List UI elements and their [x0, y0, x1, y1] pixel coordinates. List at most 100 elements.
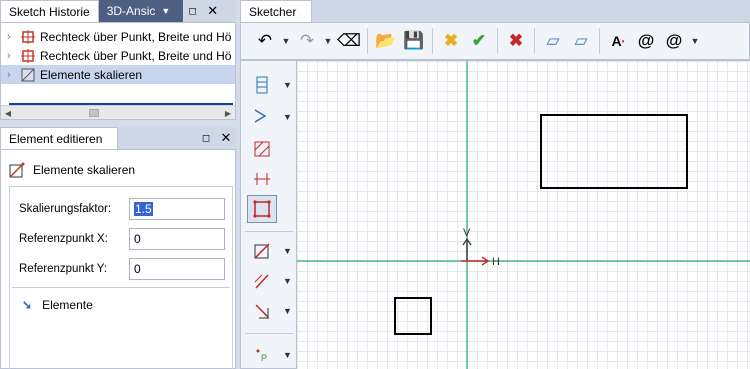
vtool-row [247, 195, 295, 223]
toolbar-separator [534, 28, 535, 54]
open-folder-icon[interactable]: 📂 [372, 26, 400, 56]
trim-icon[interactable] [247, 267, 277, 295]
text-icon[interactable]: A • [604, 26, 632, 56]
toolbar-separator [367, 28, 368, 54]
svg-text:P: P [261, 353, 267, 363]
chevron-down-icon[interactable]: ▼ [279, 26, 293, 56]
scale-icon [21, 68, 35, 81]
chevron-down-icon[interactable]: ▼ [283, 306, 292, 316]
history-item-label: Elemente skalieren [40, 67, 143, 82]
history-item-label: Rechteck über Punkt, Breite und Hö [40, 29, 232, 44]
close-icon[interactable]: ✕ [216, 127, 236, 149]
chevron-right-icon[interactable]: › [7, 69, 21, 81]
toolbar-separator [599, 28, 600, 54]
chevron-down-icon[interactable]: ▼ [283, 80, 292, 90]
eraser-c-icon[interactable]: ▱ [567, 26, 595, 56]
vtool-row: ▼ [247, 297, 295, 325]
cancel-icon[interactable]: ✖ [502, 26, 530, 56]
scale-factor-input[interactable]: 1.5 [129, 198, 225, 220]
chevron-down-icon[interactable]: ▼ [283, 350, 292, 360]
delete-icon[interactable]: ✖ [437, 26, 465, 56]
toolbar-separator [497, 28, 498, 54]
chevron-down-icon[interactable]: ▼ [688, 26, 702, 56]
dimension-icon[interactable] [247, 165, 277, 193]
redo-icon[interactable]: ↷ [293, 26, 321, 56]
polyline-icon[interactable] [247, 103, 277, 131]
canvas-drawing: V H [297, 61, 750, 369]
history-panel: › Rechteck über Punkt, Breite und Hö › R… [0, 22, 236, 120]
chevron-down-icon[interactable]: ▼ [283, 112, 292, 122]
undo-icon[interactable]: ↶ [251, 26, 279, 56]
field-label: Referenzpunkt Y: [19, 263, 108, 275]
save-icon[interactable]: 💾 [400, 26, 428, 56]
axis-h-label: H [492, 256, 500, 268]
chevron-right-icon[interactable]: › [7, 50, 21, 62]
at-icon[interactable]: @ [632, 26, 660, 56]
chevron-down-icon[interactable]: ▼ [161, 6, 170, 16]
edit-title-label: Elemente skalieren [33, 163, 136, 177]
vtool-row: ▼ [247, 267, 295, 295]
form-separator [12, 287, 230, 288]
clear-icon[interactable]: ⌫ [335, 26, 363, 56]
vtool-row: ▼ [247, 103, 295, 131]
hatch-icon[interactable] [247, 135, 277, 163]
rectangle-small[interactable] [394, 297, 432, 335]
rectangle-large[interactable] [540, 114, 688, 189]
field-ref-x: Referenzpunkt X: 0 [19, 228, 225, 250]
history-item[interactable]: › Rechteck über Punkt, Breite und Hö [1, 46, 235, 65]
toolbar-separator [245, 333, 293, 334]
ref-x-input[interactable]: 0 [129, 228, 225, 250]
scale-elements-icon[interactable] [247, 237, 277, 265]
horizontal-scrollbar[interactable]: ◀ ▶ [1, 105, 235, 119]
tab-element-editieren[interactable]: Element editieren [0, 127, 118, 149]
history-item-selected[interactable]: › Elemente skalieren [1, 65, 235, 84]
toolbar-separator [432, 28, 433, 54]
tab-sketcher[interactable]: Sketcher [240, 0, 312, 22]
scrollbar-thumb[interactable] [89, 109, 99, 117]
rectangle-icon [21, 29, 35, 44]
at-settings-icon[interactable]: @ [660, 26, 688, 56]
scale-icon [9, 162, 25, 178]
chevron-down-icon[interactable]: ▼ [283, 246, 292, 256]
sketcher-tabbar: Sketcher [240, 0, 750, 22]
edit-title: Elemente skalieren [9, 162, 135, 178]
toolbar-separator [245, 231, 293, 232]
edit-panel: Elemente skalieren Skalierungsfaktor: 1.… [0, 149, 236, 369]
scale-tool-icon[interactable] [247, 195, 277, 223]
history-item-label: Rechteck über Punkt, Breite und Hö [40, 48, 232, 63]
sketch-canvas[interactable]: V H [297, 60, 750, 369]
vtool-row: ▼ [247, 71, 295, 99]
vtool-row [247, 165, 295, 193]
sketcher-vertical-toolbar: ▼ ▼ ▼ ▼ ▼ P ▼ [240, 60, 297, 369]
field-label: Referenzpunkt X: [19, 233, 108, 245]
tab-3d-ansicht[interactable]: 3D-Ansic ▼ [98, 0, 183, 22]
check-icon[interactable]: ✔ [465, 26, 493, 56]
tab-3d-ansicht-label: 3D-Ansic [106, 4, 156, 18]
edit-form: Skalierungsfaktor: 1.5 Referenzpunkt X: … [9, 186, 233, 369]
restore-icon[interactable]: ◻ [183, 0, 203, 22]
close-icon[interactable]: ✕ [203, 0, 223, 22]
history-tabbar: Sketch Historie 3D-Ansic ▼ ◻ ✕ [0, 0, 236, 22]
edit-tabbar: Element editieren ◻ ✕ [0, 127, 236, 149]
sketcher-toolbar: ↶ ▼ ↷ ▼ ⌫ 📂 💾 ✖ ✔ ✖ ▱ ▱ A • @ @ ▼ [240, 22, 750, 60]
extend-icon[interactable] [247, 297, 277, 325]
tab-sketch-historie[interactable]: Sketch Historie [0, 0, 99, 22]
vtool-row: P ▼ [247, 341, 295, 369]
point-icon[interactable]: P [247, 341, 277, 369]
chevron-right-icon[interactable]: › [7, 31, 21, 43]
eraser-icon[interactable]: ▱ [539, 26, 567, 56]
vtool-row: ▼ [247, 237, 295, 265]
scroll-left-icon[interactable]: ◀ [1, 106, 15, 119]
field-scale-factor: Skalierungsfaktor: 1.5 [19, 198, 225, 220]
chevron-down-icon[interactable]: ▼ [283, 276, 292, 286]
restore-icon[interactable]: ◻ [196, 127, 216, 149]
elemente-link[interactable]: ➘ Elemente [22, 298, 93, 312]
grid-icon[interactable] [247, 71, 277, 99]
ref-y-input[interactable]: 0 [129, 258, 225, 280]
field-ref-y: Referenzpunkt Y: 0 [19, 258, 225, 280]
field-label: Skalierungsfaktor: [19, 203, 112, 215]
axis-v-label: V [463, 227, 471, 239]
scroll-right-icon[interactable]: ▶ [221, 106, 235, 119]
history-item[interactable]: › Rechteck über Punkt, Breite und Hö [1, 27, 235, 46]
chevron-down-icon[interactable]: ▼ [321, 26, 335, 56]
